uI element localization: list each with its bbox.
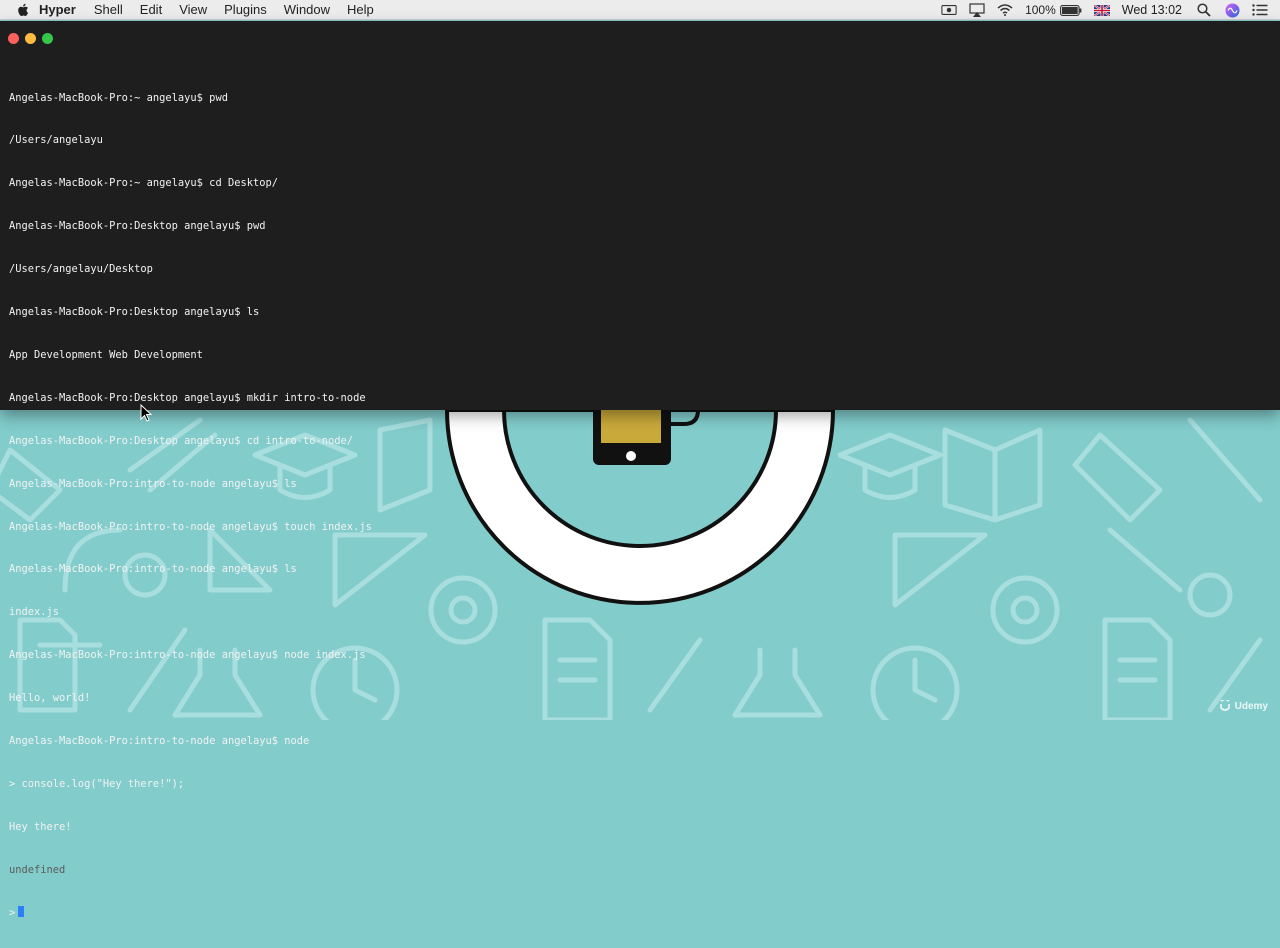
- mouse-pointer-icon: [140, 404, 152, 422]
- terminal-line: Hello, world!: [9, 692, 91, 705]
- list-icon[interactable]: [1252, 3, 1268, 17]
- menu-shell[interactable]: Shell: [94, 2, 123, 17]
- terminal-line: Angelas-MacBook-Pro:Desktop angelayu$ mk…: [9, 391, 366, 404]
- minimize-button[interactable]: [25, 33, 36, 44]
- terminal-line: Angelas-MacBook-Pro:intro-to-node angela…: [9, 734, 310, 747]
- search-icon[interactable]: [1196, 3, 1212, 17]
- terminal-line: Angelas-MacBook-Pro:~ angelayu$ cd Deskt…: [9, 177, 278, 190]
- wifi-icon[interactable]: [997, 3, 1013, 17]
- terminal-line: Angelas-MacBook-Pro:Desktop angelayu$ pw…: [9, 220, 266, 233]
- terminal-line: Angelas-MacBook-Pro:intro-to-node angela…: [9, 477, 297, 490]
- battery-percent: 100%: [1025, 3, 1056, 17]
- battery-icon[interactable]: [1059, 3, 1082, 17]
- terminal-line: Angelas-MacBook-Pro:intro-to-node angela…: [9, 649, 366, 662]
- terminal-line-undefined: undefined: [9, 863, 66, 876]
- terminal-line: > console.log("Hey there!");: [9, 777, 185, 790]
- udemy-watermark-text: Udemy: [1234, 700, 1268, 712]
- terminal-line: index.js: [9, 606, 60, 619]
- menu-plugins[interactable]: Plugins: [224, 2, 267, 17]
- window-controls: [8, 33, 53, 44]
- terminal-line: Angelas-MacBook-Pro:Desktop angelayu$ ls: [9, 306, 260, 319]
- udemy-logo-icon: [1219, 700, 1230, 711]
- terminal-line: Angelas-MacBook-Pro:intro-to-node angela…: [9, 520, 372, 533]
- terminal-line: /Users/angelayu: [9, 134, 103, 147]
- terminal-line: App Development Web Development: [9, 348, 203, 361]
- close-button[interactable]: [8, 33, 19, 44]
- udemy-watermark: Udemy: [1219, 700, 1268, 712]
- menubar-clock[interactable]: Wed 13:02: [1122, 3, 1182, 17]
- terminal-line: Hey there!: [9, 820, 72, 833]
- terminal-line: Angelas-MacBook-Pro:~ angelayu$ pwd: [9, 91, 228, 104]
- menu-view[interactable]: View: [179, 2, 207, 17]
- menu-edit[interactable]: Edit: [140, 2, 162, 17]
- menu-help[interactable]: Help: [347, 2, 374, 17]
- zoom-button[interactable]: [42, 33, 53, 44]
- siri-icon[interactable]: [1224, 3, 1240, 17]
- terminal-line: /Users/angelayu/Desktop: [9, 263, 153, 276]
- terminal-line: Angelas-MacBook-Pro:Desktop angelayu$ cd…: [9, 434, 354, 447]
- terminal-window[interactable]: Angelas-MacBook-Pro:~ angelayu$ pwd /Use…: [0, 21, 1280, 919]
- menu-bar: Hyper Shell Edit View Plugins Window Hel…: [0, 0, 1280, 20]
- repl-prompt: >: [9, 906, 16, 919]
- menu-window[interactable]: Window: [284, 2, 330, 17]
- terminal-line: Angelas-MacBook-Pro:intro-to-node angela…: [9, 563, 297, 576]
- flag-icon[interactable]: [1093, 3, 1110, 17]
- screen-record-icon[interactable]: [941, 3, 957, 17]
- app-name-menu[interactable]: Hyper: [39, 2, 76, 17]
- apple-icon[interactable]: [15, 3, 29, 17]
- airplay-icon[interactable]: [969, 3, 985, 17]
- terminal-output[interactable]: Angelas-MacBook-Pro:~ angelayu$ pwd /Use…: [9, 62, 372, 948]
- terminal-prompt-line[interactable]: >: [9, 905, 372, 920]
- text-cursor: [18, 905, 25, 917]
